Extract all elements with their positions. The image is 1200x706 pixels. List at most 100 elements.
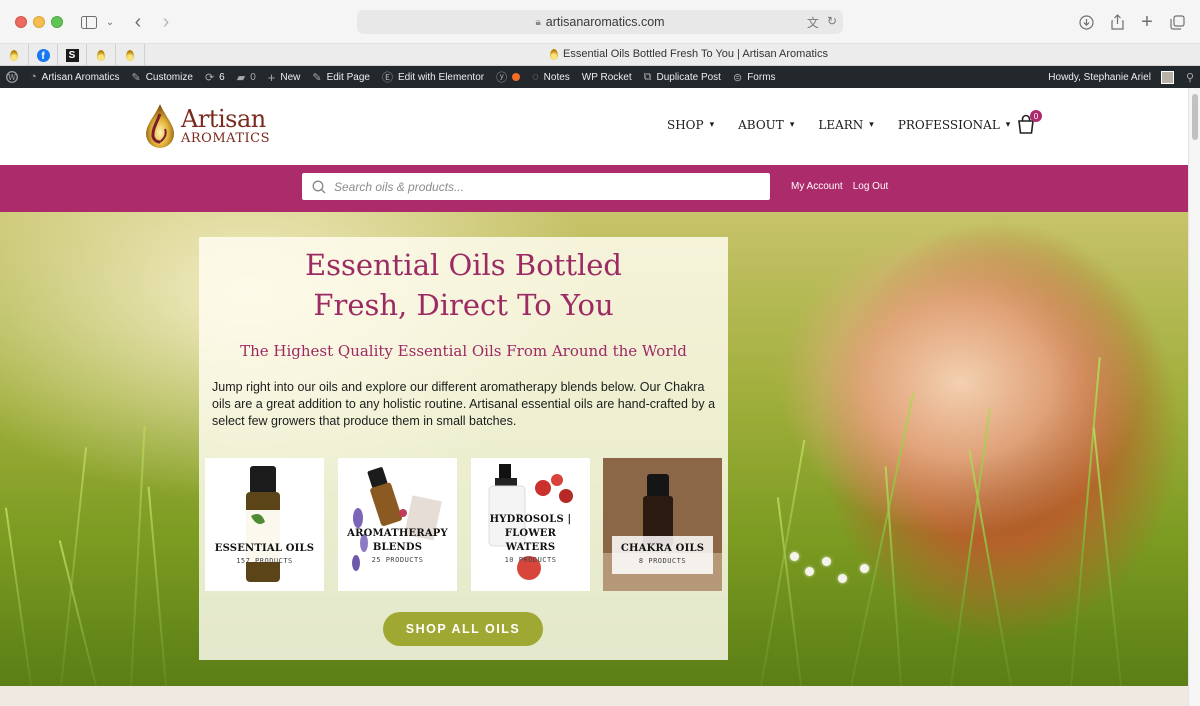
category-name: CHAKRA OILS <box>620 543 705 554</box>
category-name-line2: BLENDS <box>372 542 423 553</box>
lock-icon: 🔒︎ <box>535 16 541 28</box>
customize-label: Customize <box>145 71 193 83</box>
nav-about-label: ABOUT <box>738 118 784 132</box>
category-count: 25 PRODUCTS <box>371 556 424 564</box>
drop-icon <box>550 48 558 60</box>
duplicate-post-label: Duplicate Post <box>656 71 721 83</box>
chevron-down-icon: ▾ <box>869 120 874 130</box>
zoom-window-button[interactable] <box>51 16 63 28</box>
edit-page-label: Edit Page <box>326 71 370 83</box>
wordpress-logo-menu[interactable]: W <box>0 66 24 88</box>
edit-elementor-link[interactable]: Ⓔ Edit with Elementor <box>376 66 490 88</box>
howdy-label: Howdy, Stephanie Ariel <box>1048 71 1151 83</box>
s-logo-icon: S <box>65 48 79 62</box>
category-tile-essential-oils[interactable]: ESSENTIAL OILS 157 PRODUCTS <box>205 458 324 591</box>
yoast-menu[interactable]: ⓨ <box>490 66 526 88</box>
my-account-link[interactable]: My Account <box>791 181 843 192</box>
hero-heading-line1: Essential Oils Bottled <box>305 248 622 282</box>
hero-heading: Essential Oils Bottled Fresh, Direct To … <box>199 245 728 325</box>
pinned-tab[interactable]: S <box>58 44 87 66</box>
tab-overview-icon[interactable] <box>1168 10 1186 34</box>
nav-professional[interactable]: PROFESSIONAL ▾ <box>898 118 1011 132</box>
category-name-line2: FLOWER <box>504 528 557 539</box>
category-count: 8 PRODUCTS <box>638 557 687 565</box>
back-button[interactable]: ‹ <box>130 10 146 34</box>
hero-card: Essential Oils Bottled Fresh, Direct To … <box>199 237 728 660</box>
hero-description: Jump right into our oils and explore our… <box>212 380 716 428</box>
minimize-window-button[interactable] <box>33 16 45 28</box>
share-icon[interactable] <box>1108 10 1126 34</box>
cart-button[interactable]: 0 <box>1016 110 1042 136</box>
scrollbar-thumb[interactable] <box>1192 94 1198 140</box>
pinned-tab[interactable] <box>0 44 29 66</box>
blend-bottle-image <box>352 467 442 571</box>
category-tile-hydrosols[interactable]: HYDROSOLS | FLOWER WATERS 10 PRODUCTS <box>471 458 590 591</box>
bottle-image <box>246 466 280 582</box>
site-name-menu[interactable]: ◔ Artisan Aromatics <box>24 66 125 88</box>
address-bar[interactable]: 🔒︎ artisanaromatics.com 文 ↻ <box>357 10 843 34</box>
chevron-down-icon: ▾ <box>1005 120 1011 130</box>
category-name-line3: WATERS <box>505 542 556 553</box>
nav-professional-label: PROFESSIONAL <box>897 118 1000 132</box>
elementor-icon: Ⓔ <box>381 72 393 84</box>
page-scrollbar[interactable] <box>1188 88 1200 706</box>
site-name-label: Artisan Aromatics <box>41 71 120 83</box>
log-out-link[interactable]: Log Out <box>853 181 889 192</box>
drop-icon <box>10 49 18 61</box>
wp-rocket-menu[interactable]: WP Rocket <box>576 66 638 88</box>
active-tab[interactable]: Essential Oils Bottled Fresh To You | Ar… <box>550 48 828 60</box>
category-tile-aromatherapy-blends[interactable]: AROMATHERAPY BLENDS 25 PRODUCTS <box>338 458 457 591</box>
forms-menu[interactable]: ⊜ Forms <box>727 66 782 88</box>
forward-button[interactable]: › <box>158 10 174 34</box>
close-window-button[interactable] <box>15 16 27 28</box>
translate-icon[interactable]: 文 <box>807 14 819 31</box>
notes-icon: ◌ <box>532 71 539 83</box>
seo-status-dot <box>512 73 521 81</box>
admin-search[interactable]: ⚲ <box>1180 66 1200 88</box>
category-count: 157 PRODUCTS <box>236 557 293 565</box>
wp-rocket-label: WP Rocket <box>581 71 632 83</box>
logo-tagline: AROMATICS <box>181 131 270 146</box>
edit-elementor-label: Edit with Elementor <box>397 71 485 83</box>
site-logo[interactable]: Artisan AROMATICS <box>143 102 270 150</box>
notes-link[interactable]: ◌ Notes <box>526 66 576 88</box>
shop-all-oils-button[interactable]: SHOP ALL OILS <box>383 612 543 646</box>
downloads-icon[interactable] <box>1077 10 1095 34</box>
reload-icon[interactable]: ↻ <box>827 14 837 31</box>
new-tab-icon[interactable]: + <box>1138 10 1156 34</box>
facebook-icon: f <box>36 48 50 62</box>
tab-bar: f S Essential Oils Bottled Fresh To You … <box>0 44 1200 66</box>
pinned-tab-facebook[interactable]: f <box>29 44 58 66</box>
yoast-icon: ⓨ <box>496 72 508 84</box>
edit-page-link[interactable]: ✎ Edit Page <box>306 66 376 88</box>
category-tile-chakra-oils[interactable]: CHAKRA OILS 8 PRODUCTS <box>603 458 722 591</box>
oil-drop-logo-icon <box>146 104 174 148</box>
chevron-down-icon[interactable]: ⌄ <box>104 10 116 34</box>
search-icon: ⚲ <box>1185 71 1194 84</box>
sidebar-toggle-icon[interactable] <box>80 10 98 34</box>
nav-learn-label: LEARN <box>818 118 864 132</box>
category-count: 10 PRODUCTS <box>504 556 557 564</box>
updates-link[interactable]: ⟳ 6 <box>199 66 231 88</box>
pinned-tab[interactable] <box>87 44 116 66</box>
nav-learn[interactable]: LEARN ▾ <box>818 118 873 132</box>
category-name-line1: AROMATHERAPY <box>347 528 448 539</box>
logo-wordmark: Artisan <box>181 105 266 133</box>
nav-shop[interactable]: SHOP ▾ <box>667 118 714 132</box>
comments-count: 0 <box>250 71 256 83</box>
pinned-tab[interactable] <box>116 44 145 66</box>
nav-about[interactable]: ABOUT ▾ <box>738 118 794 132</box>
customize-link[interactable]: ✎ Customize <box>125 66 198 88</box>
tab-title: Essential Oils Bottled Fresh To You | Ar… <box>563 48 828 60</box>
duplicate-post-link[interactable]: ⧉ Duplicate Post <box>638 66 727 88</box>
wordpress-icon: W <box>6 71 18 83</box>
chevron-down-icon: ▾ <box>789 120 795 130</box>
new-content-menu[interactable]: + New <box>262 66 307 88</box>
search-input[interactable] <box>334 179 754 194</box>
updates-count: 6 <box>219 71 225 83</box>
wp-admin-bar: W ◔ Artisan Aromatics ✎ Customize ⟳ 6 ▰ … <box>0 66 1200 88</box>
brush-icon: ✎ <box>131 71 141 84</box>
next-section-peek <box>0 686 1188 706</box>
comments-link[interactable]: ▰ 0 <box>231 66 262 88</box>
account-menu[interactable]: Howdy, Stephanie Ariel <box>1042 66 1180 88</box>
